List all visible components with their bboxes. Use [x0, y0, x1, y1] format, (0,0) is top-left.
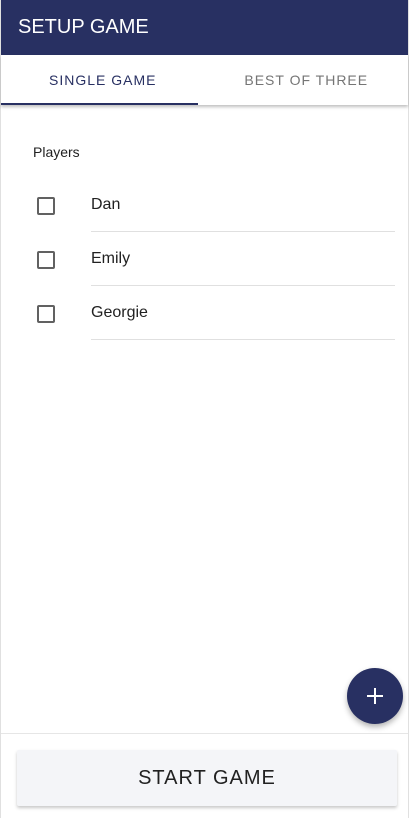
start-game-button[interactable]: START GAME — [17, 750, 397, 806]
player-list: Dan Emily Georgie — [1, 178, 408, 340]
player-checkbox-emily[interactable] — [37, 251, 55, 269]
players-label: Players — [33, 144, 80, 160]
player-checkbox-dan[interactable] — [37, 197, 55, 215]
plus-icon — [367, 688, 383, 704]
player-row-dan[interactable]: Dan — [1, 178, 408, 232]
setup-game-screen: SETUP GAME SINGLE GAME BEST OF THREE Pla… — [0, 0, 409, 818]
app-bar: SETUP GAME — [1, 0, 408, 55]
player-name: Emily — [91, 232, 395, 286]
bottom-action-bar: START GAME — [1, 733, 408, 818]
page-title: SETUP GAME — [18, 16, 149, 38]
tab-best-of-three[interactable]: BEST OF THREE — [205, 55, 409, 105]
player-row-emily[interactable]: Emily — [1, 232, 408, 286]
player-name: Dan — [91, 178, 395, 232]
add-player-button[interactable] — [347, 668, 403, 724]
player-name: Georgie — [91, 286, 395, 340]
player-row-georgie[interactable]: Georgie — [1, 286, 408, 340]
active-tab-indicator — [1, 103, 198, 105]
tab-single-game[interactable]: SINGLE GAME — [1, 55, 205, 105]
player-checkbox-georgie[interactable] — [37, 305, 55, 323]
players-section: Players Dan Emily Georgie — [1, 105, 408, 340]
game-mode-tabs: SINGLE GAME BEST OF THREE — [1, 55, 408, 105]
